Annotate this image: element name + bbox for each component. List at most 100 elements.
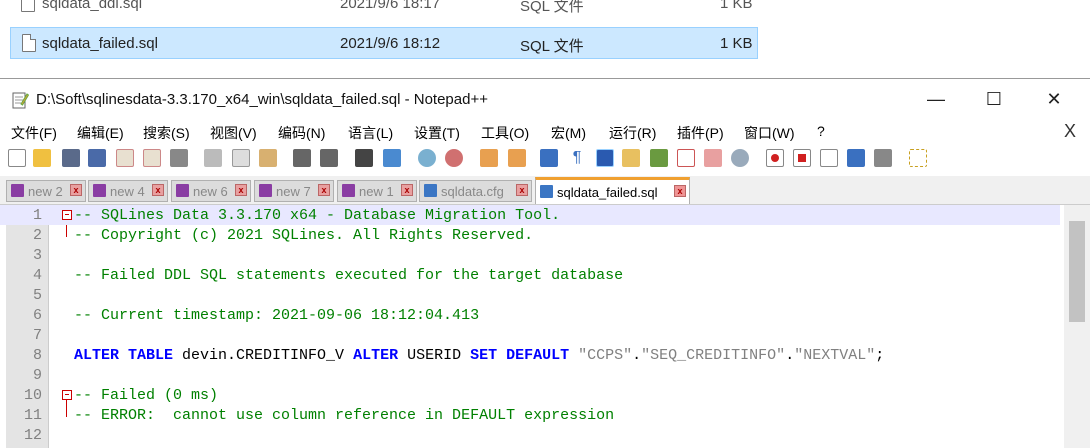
tab-label: new 1	[359, 184, 394, 199]
unsaved-file-icon	[93, 184, 106, 197]
tab-new-6[interactable]: new 6 x	[171, 180, 251, 202]
maximize-button[interactable]: ☐	[974, 83, 1014, 115]
close-button[interactable]: ✕	[1034, 83, 1074, 115]
code-line[interactable]: 6 -- Current timestamp: 2021-09-06 18:12…	[0, 305, 1060, 325]
open-file-icon[interactable]	[33, 149, 51, 167]
function-list-icon[interactable]	[677, 149, 695, 167]
tab-close-icon[interactable]: x	[235, 184, 247, 196]
code-editor[interactable]: 1 -- SQLines Data 3.3.170 x64 - Database…	[0, 205, 1090, 448]
sql-operator: ;	[875, 347, 885, 364]
code-line[interactable]: 3	[0, 245, 1060, 265]
file-type: SQL 文件	[520, 38, 584, 55]
code-line[interactable]: 11 -- ERROR: cannot use column reference…	[0, 405, 1060, 425]
code-line[interactable]: 7	[0, 325, 1060, 345]
menu-file[interactable]: 文件(F)	[11, 123, 57, 143]
menu-window[interactable]: 窗口(W)	[744, 123, 795, 143]
menu-run[interactable]: 运行(R)	[609, 123, 656, 143]
sql-keyword: SET DEFAULT	[470, 347, 570, 364]
menu-help[interactable]: ?	[817, 123, 825, 139]
tab-bar: new 2 x new 4 x new 6 x new 7 x new 1 x …	[0, 176, 1090, 205]
menu-macro[interactable]: 宏(M)	[551, 123, 586, 143]
tab-new-4[interactable]: new 4 x	[88, 180, 168, 202]
run-macro-multiple-icon[interactable]	[847, 149, 865, 167]
menu-settings[interactable]: 设置(T)	[414, 123, 460, 143]
copy-icon[interactable]	[232, 149, 250, 167]
document-map-icon[interactable]	[650, 149, 668, 167]
line-number: 12	[23, 427, 42, 444]
cut-icon[interactable]	[204, 149, 222, 167]
code-line[interactable]: 12	[0, 425, 1060, 445]
menu-edit[interactable]: 编辑(E)	[77, 123, 124, 143]
zoom-in-icon[interactable]	[418, 149, 436, 167]
replace-icon[interactable]	[383, 149, 401, 167]
tab-close-icon[interactable]: x	[152, 184, 164, 196]
menu-language[interactable]: 语言(L)	[348, 123, 393, 143]
fold-toggle-icon[interactable]	[62, 390, 72, 400]
sql-identifier: USERID	[398, 347, 471, 364]
folder-as-workspace-icon[interactable]	[704, 149, 722, 167]
file-name: sqldata_failed.sql	[42, 35, 158, 52]
sync-vertical-icon[interactable]	[480, 149, 498, 167]
document-close-button[interactable]: X	[1064, 121, 1076, 142]
tab-new-7[interactable]: new 7 x	[254, 180, 334, 202]
code-line[interactable]: 9	[0, 365, 1060, 385]
paste-icon[interactable]	[259, 149, 277, 167]
sync-horizontal-icon[interactable]	[508, 149, 526, 167]
word-wrap-icon[interactable]	[540, 149, 558, 167]
sql-operator: .	[632, 347, 642, 364]
save-macro-icon[interactable]	[874, 149, 892, 167]
save-icon[interactable]	[62, 149, 80, 167]
record-macro-icon[interactable]	[766, 149, 784, 167]
code-line[interactable]: 5	[0, 285, 1060, 305]
sql-keyword: ALTER TABLE	[74, 347, 174, 364]
tab-new-1[interactable]: new 1 x	[337, 180, 417, 202]
print-icon[interactable]	[170, 149, 188, 167]
file-row-selected[interactable]: sqldata_failed.sql 2021/9/6 18:12 SQL 文件…	[10, 27, 758, 59]
redo-icon[interactable]	[320, 149, 338, 167]
file-date: 2021/9/6 18:17	[340, 0, 441, 12]
sql-plugin-icon[interactable]	[909, 149, 927, 167]
line-number: 8	[32, 347, 42, 364]
close-file-icon[interactable]	[116, 149, 134, 167]
undo-icon[interactable]	[293, 149, 311, 167]
code-text: -- Copyright (c) 2021 SQLines. All Right…	[74, 227, 534, 244]
find-icon[interactable]	[355, 149, 373, 167]
zoom-out-icon[interactable]	[445, 149, 463, 167]
menu-encoding[interactable]: 编码(N)	[278, 123, 325, 143]
sql-keyword: ALTER	[353, 347, 399, 364]
menu-search[interactable]: 搜索(S)	[143, 123, 190, 143]
notepadpp-window: D:\Soft\sqlinesdata-3.3.170_x64_win\sqld…	[0, 78, 1090, 448]
code-line[interactable]: 1 -- SQLines Data 3.3.170 x64 - Database…	[0, 205, 1060, 225]
minimize-button[interactable]: —	[916, 83, 956, 115]
menu-view[interactable]: 视图(V)	[210, 123, 257, 143]
menu-tools[interactable]: 工具(O)	[481, 123, 529, 143]
new-file-icon[interactable]	[8, 149, 26, 167]
file-explorer: sqldata_ddl.sql 2021/9/6 18:17 SQL 文件 1 …	[0, 0, 1090, 74]
show-all-characters-icon[interactable]: ¶	[568, 149, 586, 167]
stop-recording-icon[interactable]	[793, 149, 811, 167]
tab-label: new 4	[110, 184, 145, 199]
tab-close-icon[interactable]: x	[674, 185, 686, 197]
sql-string: "SEQ_CREDITINFO"	[641, 347, 786, 364]
playback-icon[interactable]	[820, 149, 838, 167]
code-line[interactable]: 2 -- Copyright (c) 2021 SQLines. All Rig…	[0, 225, 1060, 245]
code-line[interactable]: 8 ALTER TABLE devin.CREDITINFO_V ALTER U…	[0, 345, 1060, 365]
save-all-icon[interactable]	[88, 149, 106, 167]
tab-new-2[interactable]: new 2 x	[6, 180, 86, 202]
indent-guide-icon[interactable]	[596, 149, 614, 167]
monitoring-icon[interactable]	[731, 149, 749, 167]
code-line[interactable]: 4 -- Failed DDL SQL statements executed …	[0, 265, 1060, 285]
scrollbar-thumb[interactable]	[1069, 221, 1085, 322]
tab-close-icon[interactable]: x	[516, 184, 528, 196]
user-defined-language-icon[interactable]	[622, 149, 640, 167]
tab-sqldata-cfg[interactable]: sqldata.cfg x	[419, 180, 532, 202]
tab-close-icon[interactable]: x	[70, 184, 82, 196]
file-row[interactable]: sqldata_ddl.sql 2021/9/6 18:17 SQL 文件 1 …	[10, 0, 758, 20]
tab-close-icon[interactable]: x	[318, 184, 330, 196]
close-all-icon[interactable]	[143, 149, 161, 167]
tab-sqldata-failed-sql[interactable]: sqldata_failed.sql x	[535, 177, 690, 204]
tab-close-icon[interactable]: x	[401, 184, 413, 196]
menu-plugins[interactable]: 插件(P)	[677, 123, 724, 143]
code-line[interactable]: 10 -- Failed (0 ms)	[0, 385, 1060, 405]
fold-toggle-icon[interactable]	[62, 210, 72, 220]
